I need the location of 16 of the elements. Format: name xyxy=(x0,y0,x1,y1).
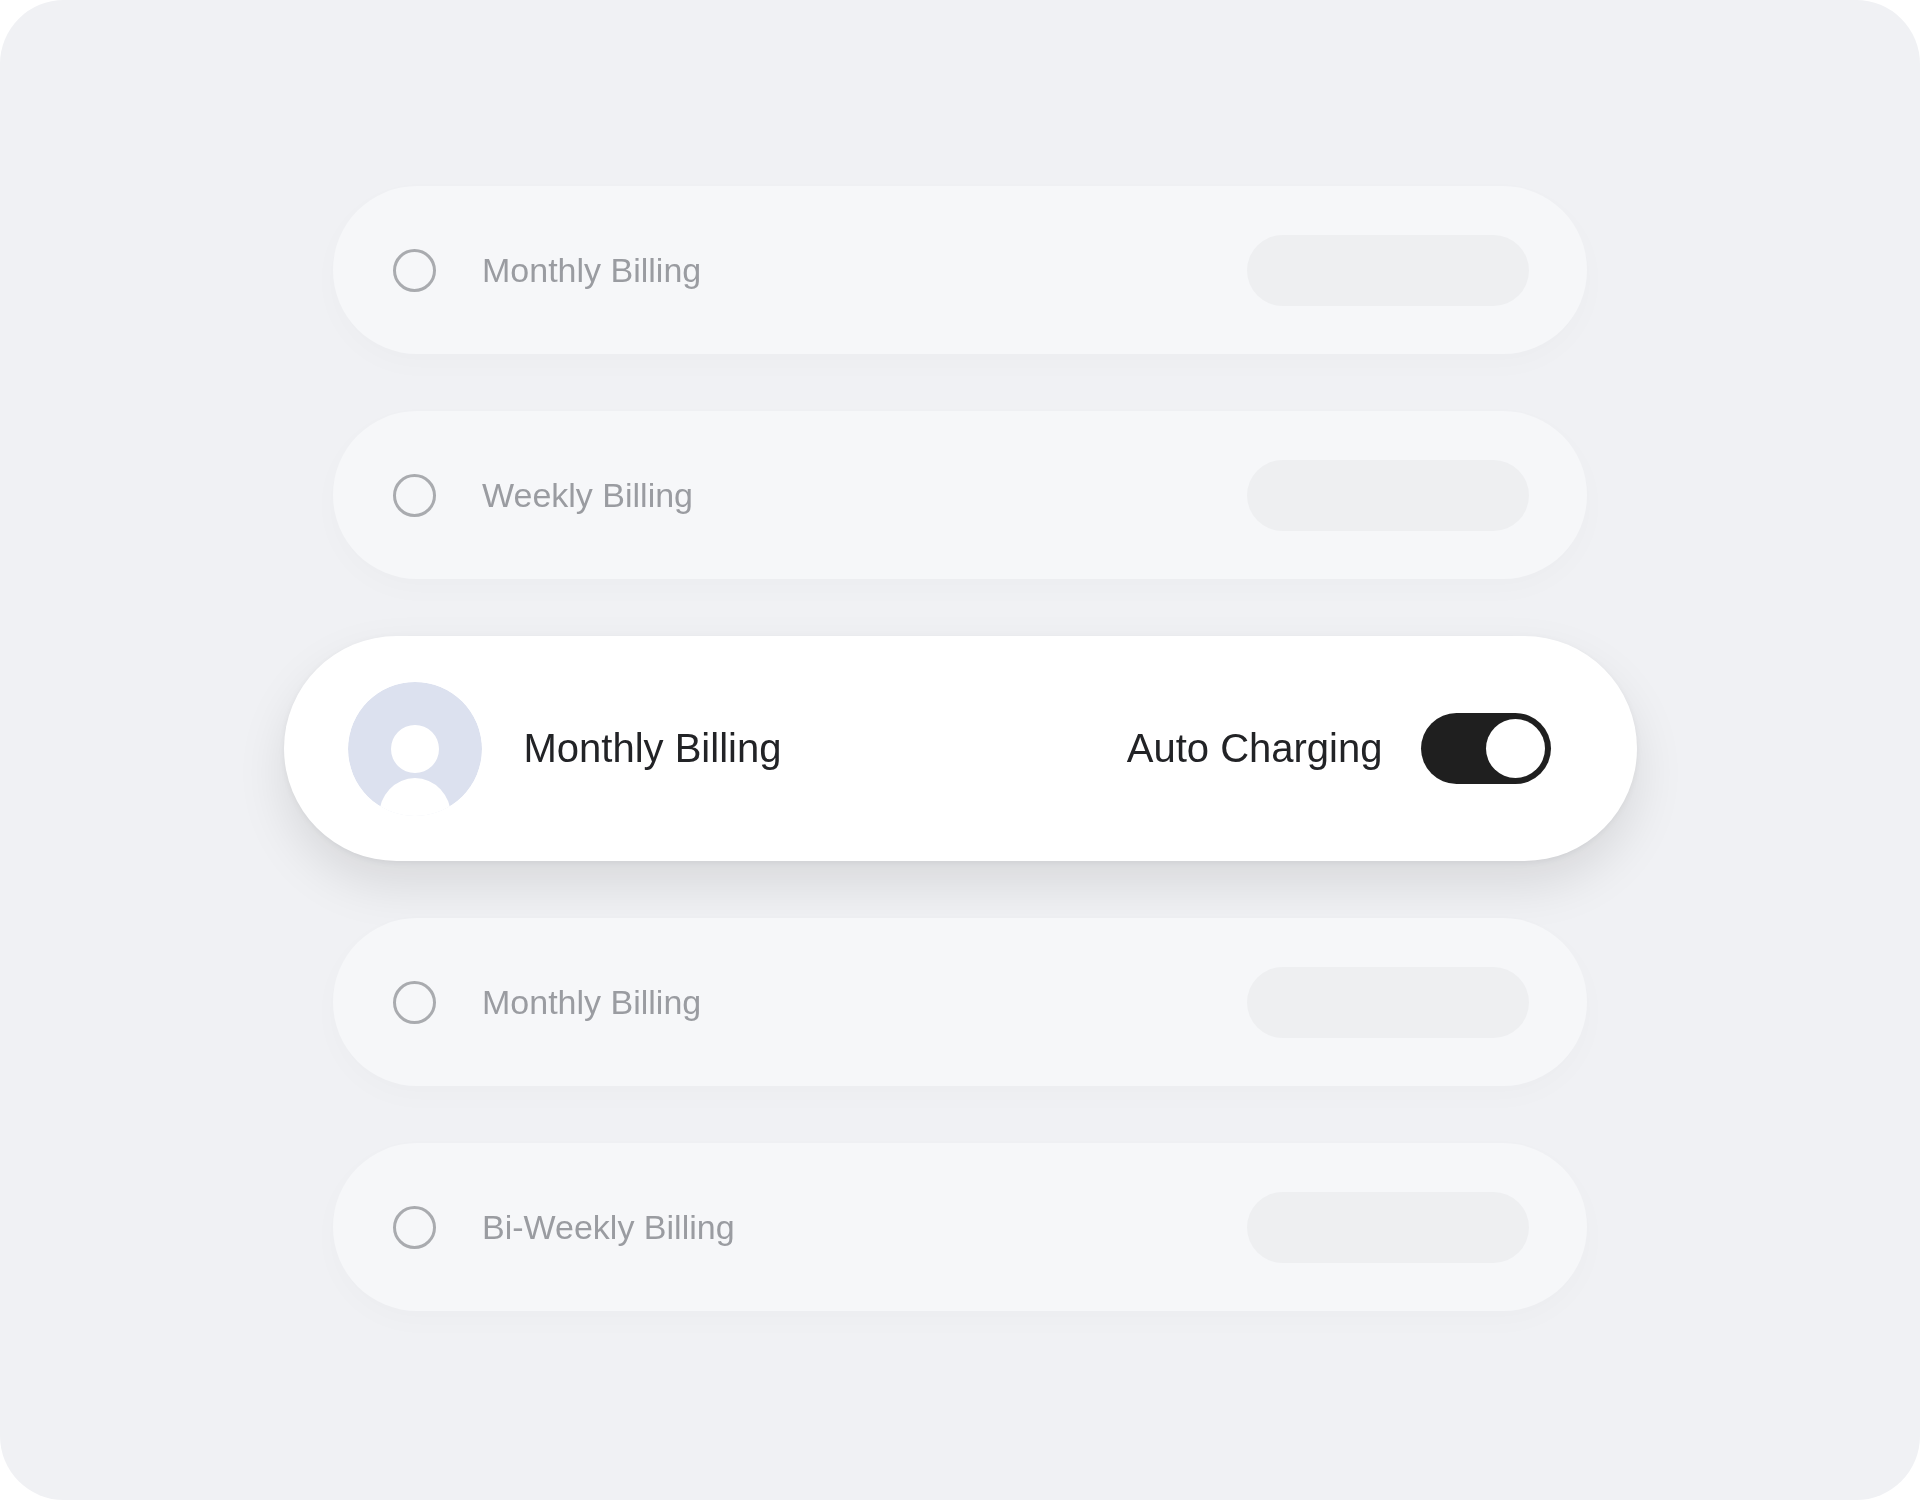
billing-option[interactable]: Monthly Billing xyxy=(333,918,1587,1086)
option-label: Monthly Billing xyxy=(482,982,702,1022)
radio-button[interactable] xyxy=(393,248,436,292)
avatar-icon xyxy=(347,681,482,816)
billing-option[interactable]: Monthly Billing xyxy=(333,186,1587,354)
radio-button[interactable] xyxy=(393,1205,436,1249)
toggle-label: Auto Charging xyxy=(1126,726,1383,771)
radio-button[interactable] xyxy=(393,980,436,1024)
billing-option[interactable]: Bi-Weekly Billing xyxy=(333,1143,1587,1311)
billing-option[interactable]: Weekly Billing xyxy=(333,411,1587,579)
option-label: Bi-Weekly Billing xyxy=(482,1207,735,1247)
option-label: Monthly Billing xyxy=(482,250,702,290)
option-label: Monthly Billing xyxy=(523,726,782,771)
option-label: Weekly Billing xyxy=(482,475,693,515)
radio-button[interactable] xyxy=(393,473,436,517)
billing-option[interactable]: Monthly Billing Auto Charging xyxy=(283,636,1637,861)
